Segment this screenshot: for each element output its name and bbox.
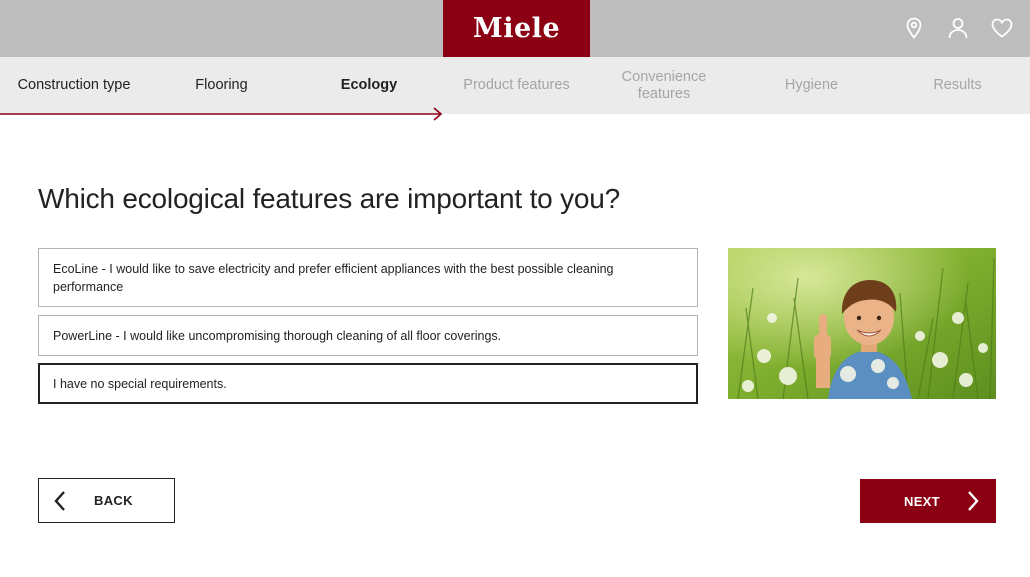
step-product-features: Product features	[463, 77, 570, 93]
chevron-right-icon	[968, 491, 979, 511]
user-icon[interactable]	[946, 16, 970, 40]
option-ecoline[interactable]: EcoLine - I would like to save electrici…	[38, 248, 698, 307]
heart-icon[interactable]	[990, 16, 1014, 40]
step-hygiene: Hygiene	[784, 77, 839, 93]
next-button[interactable]: NEXT	[860, 479, 996, 523]
chevron-left-icon	[54, 491, 65, 511]
brand-name: Miele	[472, 13, 561, 44]
location-pin-icon[interactable]	[902, 16, 926, 40]
step-convenience-features: Convenience features	[621, 68, 707, 102]
back-button-label: BACK	[94, 493, 133, 508]
option-label: PowerLine - I would like uncompromising …	[53, 328, 502, 343]
option-label: EcoLine - I would like to save electrici…	[53, 261, 614, 294]
page-title: Which ecological features are important …	[38, 183, 621, 214]
option-powerline[interactable]: PowerLine - I would like uncompromising …	[38, 315, 698, 356]
next-button-label: NEXT	[904, 493, 940, 509]
miele-logo[interactable]: Miele	[443, 0, 590, 57]
option-label: I have no special requirements.	[53, 376, 227, 391]
progress-arrow	[0, 107, 443, 121]
back-button[interactable]: BACK	[38, 478, 175, 523]
step-results: Results	[933, 77, 982, 93]
boy-in-meadow-photo	[728, 248, 996, 399]
option-no-requirements[interactable]: I have no special requirements.	[38, 363, 698, 404]
top-header: Miele	[0, 0, 1030, 57]
